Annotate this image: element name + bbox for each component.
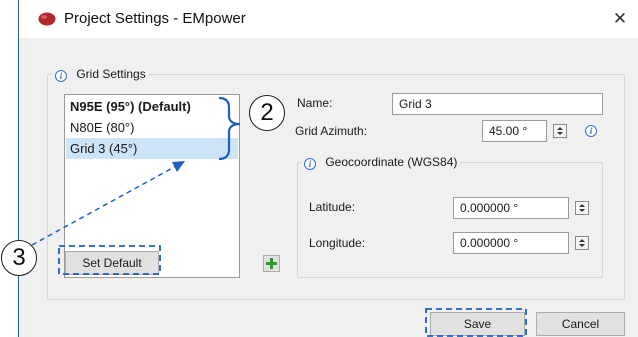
grid-azimuth-input[interactable]: 45.00 ° [482, 120, 547, 142]
grid-list-item-grid-3[interactable]: Grid 3 (45°) [66, 138, 238, 159]
callout-3: 3 [1, 240, 37, 276]
grid-settings-title-label: Grid Settings [76, 67, 146, 81]
spinner-arrows-icon [579, 239, 585, 247]
latitude-label: Latitude: [309, 200, 356, 214]
grid-settings-group-title: i Grid Settings [52, 67, 149, 82]
title-bar: Project Settings - EMpower ✕ [19, 0, 638, 38]
latitude-spinner[interactable] [575, 201, 589, 215]
spinner-arrows-icon [557, 127, 563, 135]
project-settings-dialog: Project Settings - EMpower ✕ i Grid Sett… [18, 0, 638, 337]
grid-list-item-n95e[interactable]: N95E (95°) (Default) [66, 96, 238, 117]
callout-2: 2 [249, 95, 285, 131]
geocoordinate-title-label: Geocoordinate (WGS84) [325, 155, 458, 169]
grid-settings-info-icon[interactable]: i [55, 70, 67, 82]
grid-azimuth-info-icon[interactable]: i [585, 125, 597, 137]
grid-list-item-n80e[interactable]: N80E (80°) [66, 117, 238, 138]
dialog-body: i Grid Settings N95E (95°) (Default) N80… [19, 38, 638, 337]
window-title: Project Settings - EMpower [64, 10, 246, 27]
geocoordinate-group-title: i Geocoordinate (WGS84) [301, 155, 461, 170]
plus-icon [266, 258, 277, 269]
geocoordinate-group [297, 162, 603, 278]
cancel-button[interactable]: Cancel [536, 312, 625, 336]
grid-azimuth-label: Grid Azimuth: [295, 124, 368, 138]
spinner-arrows-icon [579, 204, 585, 212]
save-button[interactable]: Save [430, 312, 525, 336]
name-label: Name: [297, 96, 333, 110]
close-button[interactable]: ✕ [607, 6, 633, 32]
latitude-input[interactable]: 0.000000 ° [453, 197, 569, 219]
close-icon: ✕ [612, 9, 628, 28]
name-input[interactable]: Grid 3 [392, 93, 603, 115]
longitude-input[interactable]: 0.000000 ° [453, 232, 569, 254]
add-grid-button[interactable] [263, 255, 280, 272]
grid-azimuth-spinner[interactable] [553, 124, 567, 138]
longitude-spinner[interactable] [575, 236, 589, 250]
geocoordinate-info-icon[interactable]: i [304, 158, 316, 170]
longitude-label: Longitude: [309, 236, 366, 250]
empower-app-icon [38, 12, 56, 26]
set-default-button[interactable]: Set Default [65, 251, 159, 275]
